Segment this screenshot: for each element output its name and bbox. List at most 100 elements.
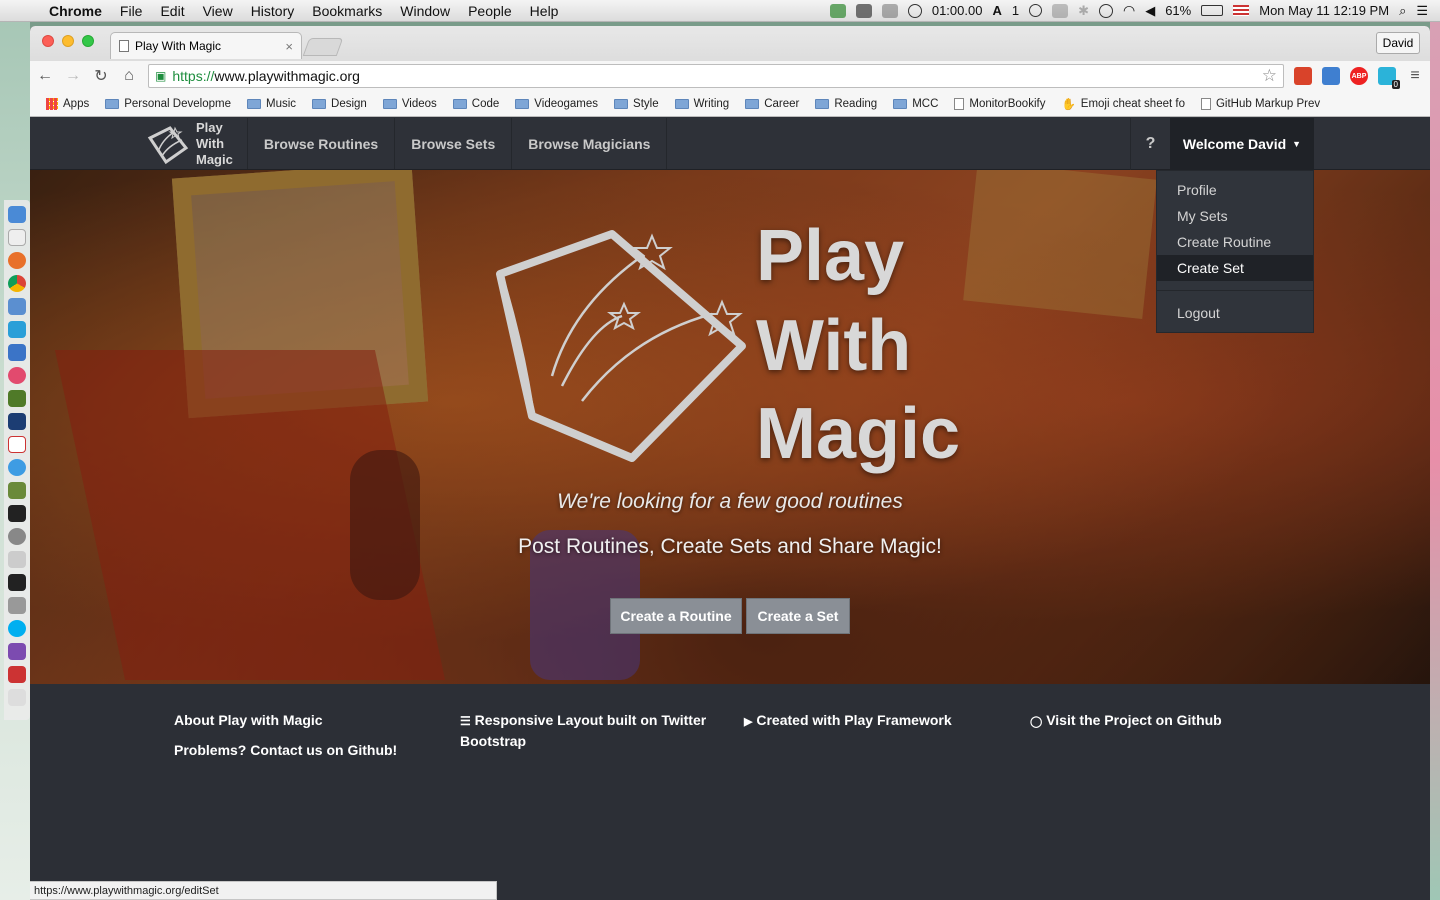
firefox-icon[interactable] [8,252,26,269]
footer-about-link[interactable]: About Play with Magic [174,710,434,730]
safari-icon[interactable] [8,459,26,476]
signal-icon[interactable] [881,3,898,18]
lock-icon[interactable]: ▣ [155,69,166,83]
input-source-icon[interactable]: A [992,3,1001,18]
bookmark-folder-reading[interactable]: Reading [807,98,885,110]
footer-bootstrap-link[interactable]: Responsive Layout built on Twitter Boots… [460,712,706,749]
extension-bookmark-icon[interactable] [1294,67,1312,85]
site-brand[interactable]: Play With Magic [144,118,248,169]
system-preferences-icon[interactable] [8,528,26,545]
chrome-icon[interactable] [8,275,26,292]
dreamweaver-icon[interactable] [8,390,26,407]
footer-problems-link[interactable]: Problems? Contact us on Github! [174,740,434,760]
dropdown-profile[interactable]: Profile [1157,177,1313,203]
reload-icon[interactable]: ↻ [92,66,110,86]
menu-chrome[interactable]: Chrome [40,3,111,19]
menu-window[interactable]: Window [391,3,459,19]
preview-icon[interactable] [8,298,26,315]
spotlight-search-icon[interactable]: ⌕ [1399,3,1406,19]
notification-center-icon[interactable]: ☰ [1416,3,1428,19]
menu-help[interactable]: Help [521,3,568,19]
terminal-icon[interactable] [8,505,26,522]
calendar-icon[interactable] [8,436,26,453]
bookmark-folder-videogames[interactable]: Videogames [507,98,606,110]
nav-browse-sets[interactable]: Browse Sets [395,118,513,169]
wifi-icon[interactable]: ◠ [1123,2,1135,19]
bookmark-folder-design[interactable]: Design [304,98,375,110]
jira-icon[interactable] [8,321,26,338]
dropdown-create-routine[interactable]: Create Routine [1157,229,1313,255]
battery-icon[interactable] [1201,5,1224,16]
bookmark-monitorbookify[interactable]: MonitorBookify [946,97,1053,110]
nav-browse-routines[interactable]: Browse Routines [248,118,396,169]
bookmark-folder-music[interactable]: Music [239,98,304,110]
download-icon[interactable] [829,3,846,18]
zoom-window-button[interactable] [82,35,94,47]
footer-play-link[interactable]: Created with Play Framework [756,712,951,728]
bookmark-folder-writing[interactable]: Writing [667,98,738,110]
create-set-button[interactable]: Create a Set [746,598,850,634]
itunes-icon[interactable] [8,367,26,384]
evernote-icon[interactable] [855,3,872,18]
dropdown-create-set[interactable]: Create Set [1157,255,1313,281]
menu-history[interactable]: History [242,3,304,19]
live-icon[interactable] [8,597,26,614]
profile-button[interactable]: David [1376,32,1420,54]
app-icon[interactable] [8,666,26,683]
dropdown-my-sets[interactable]: My Sets [1157,203,1313,229]
footer-github-link[interactable]: Visit the Project on Github [1046,712,1222,728]
bookmark-star-icon[interactable]: ☆ [1262,66,1277,86]
bookmark-folder-career[interactable]: Career [737,98,807,110]
skype-icon[interactable] [8,620,26,637]
kindle-icon[interactable] [8,574,26,591]
utility-icon[interactable] [8,551,26,568]
chrome-menu-icon[interactable]: ≡ [1406,67,1424,85]
dropdown-logout[interactable]: Logout [1157,300,1313,326]
textedit-icon[interactable] [8,229,26,246]
menu-people[interactable]: People [459,3,521,19]
new-tab-button[interactable] [302,38,344,56]
list-icon[interactable] [1052,3,1069,18]
user-menu-toggle[interactable]: Welcome David ▼ [1170,118,1314,170]
browser-tab[interactable]: Play With Magic × [110,32,302,59]
adblock-icon[interactable]: ABP [1350,67,1368,85]
bookmark-folder-code[interactable]: Code [445,98,508,110]
forward-icon[interactable]: → [64,67,82,85]
timer-icon[interactable] [907,3,922,18]
trash-icon[interactable] [8,689,26,706]
bookmark-folder-personal-development[interactable]: Personal Developme [97,98,239,110]
home-icon[interactable]: ⌂ [120,67,138,85]
flag-icon[interactable] [1233,5,1250,16]
xcode-icon[interactable] [8,344,26,361]
photoshop-icon[interactable] [8,413,26,430]
volume-icon[interactable]: ◀ [1145,3,1155,19]
clock[interactable]: Mon May 11 12:19 PM [1259,3,1389,18]
bluetooth-icon[interactable]: ✱ [1078,3,1089,19]
bookmark-folder-style[interactable]: Style [606,98,667,110]
bookmark-apps[interactable]: Apps [38,97,97,110]
bookmark-emoji-cheat-sheet[interactable]: ✋ Emoji cheat sheet fo [1053,97,1193,111]
github-icon[interactable] [8,643,26,660]
cast-icon[interactable] [1322,67,1340,85]
minecraft-icon[interactable] [8,482,26,499]
extension-owl-icon[interactable]: 0 [1378,67,1400,89]
nav-browse-magicians[interactable]: Browse Magicians [512,118,668,169]
menu-bookmarks[interactable]: Bookmarks [303,3,391,19]
back-icon[interactable]: ← [36,67,54,85]
time-machine-icon[interactable] [1098,3,1113,18]
help-button[interactable]: ? [1130,118,1170,170]
battery-percent[interactable]: 61% [1165,3,1191,18]
finder-icon[interactable] [8,206,26,223]
address-bar[interactable]: ▣ https://www.playwithmagic.org ☆ [148,64,1284,88]
minimize-window-button[interactable] [62,35,74,47]
bookmark-folder-mcc[interactable]: MCC [885,98,946,110]
bookmark-folder-videos[interactable]: Videos [375,98,445,110]
menu-file[interactable]: File [111,3,152,19]
create-routine-button[interactable]: Create a Routine [610,598,742,634]
dnd-icon[interactable] [1029,4,1043,17]
timer-display[interactable]: 01:00.00 [932,3,983,18]
menu-view[interactable]: View [194,3,242,19]
tab-close-icon[interactable]: × [285,39,293,54]
menu-edit[interactable]: Edit [151,3,193,19]
close-window-button[interactable] [42,35,54,47]
